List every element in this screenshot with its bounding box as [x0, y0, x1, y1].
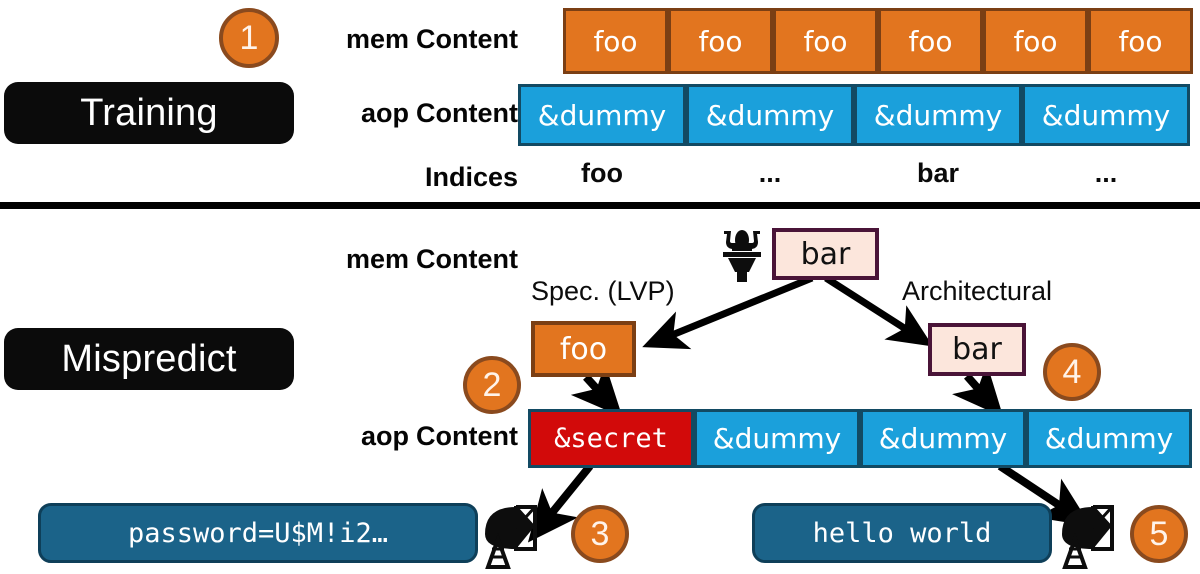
- index-label-1: ...: [758, 158, 782, 188]
- section-divider: [0, 202, 1200, 209]
- badge-3: 3: [571, 505, 629, 563]
- training-mem-cell-5: foo: [1088, 8, 1193, 74]
- arrow-arch-to-dummy: [952, 363, 1004, 418]
- caption-architectural: Architectural: [902, 276, 1053, 306]
- training-mem-cell-2: foo: [773, 8, 878, 74]
- row-label-mem-content-mispredict: mem Content: [250, 238, 518, 280]
- row-label-aop-content-mispredict: aop Content: [250, 415, 518, 457]
- speculative-value-foo: foo: [531, 321, 636, 377]
- satellite-dish-icon-secret: [478, 499, 546, 569]
- mem-label-suffix: Content: [416, 23, 518, 54]
- index-label-3: ...: [1094, 158, 1118, 188]
- caption-spec-lvp: Spec. (LVP): [531, 276, 675, 306]
- aop-label-suffix: Content: [416, 97, 518, 128]
- terminal-leaked-secret: password=U$M!i2…: [38, 503, 478, 563]
- training-aop-cell-1: &dummy: [686, 84, 854, 146]
- architectural-value-bar: bar: [928, 323, 1026, 376]
- toilet-flush-icon: [718, 228, 766, 284]
- badge-5: 5: [1130, 505, 1188, 563]
- mispredict-aop-cell-3: &dummy: [1026, 409, 1192, 468]
- index-label-2: bar: [916, 158, 960, 188]
- diagram-canvas: 1 Training mem Content aop Content Indic…: [0, 0, 1200, 574]
- training-mem-cell-1: foo: [668, 8, 773, 74]
- row-label-mem-content-training: mem Content: [250, 18, 518, 60]
- mem-label-prefix-2: mem: [345, 243, 410, 274]
- phase-label-mispredict: Mispredict: [4, 328, 294, 390]
- training-aop-cell-2: &dummy: [854, 84, 1022, 146]
- mispredict-aop-row: &secret &dummy &dummy &dummy: [528, 409, 1192, 468]
- mispredict-aop-cell-0: &secret: [528, 409, 694, 468]
- badge-2: 2: [463, 356, 521, 414]
- training-aop-cell-0: &dummy: [518, 84, 686, 146]
- satellite-dish-icon-normal: [1055, 499, 1123, 569]
- mem-label-prefix: mem: [345, 23, 410, 54]
- training-aop-cell-3: &dummy: [1022, 84, 1190, 146]
- badge-4: 4: [1043, 343, 1101, 401]
- aop-label-prefix: aop: [361, 97, 410, 128]
- index-label-0: foo: [581, 158, 623, 188]
- mispredict-aop-cell-1: &dummy: [694, 409, 860, 468]
- row-label-indices-training: Indices: [424, 161, 518, 192]
- training-mem-row: foo foo foo foo foo foo: [563, 8, 1193, 74]
- memory-value-bar-source: bar: [772, 228, 879, 280]
- row-label-aop-content-training: aop Content: [250, 92, 518, 134]
- arrow-spec-to-secret: [570, 363, 623, 418]
- mispredict-aop-cell-2: &dummy: [860, 409, 1026, 468]
- training-mem-cell-3: foo: [878, 8, 983, 74]
- aop-label-prefix-2: aop: [361, 420, 410, 451]
- training-mem-cell-4: foo: [983, 8, 1088, 74]
- training-aop-row: &dummy &dummy &dummy &dummy: [518, 84, 1190, 146]
- training-mem-cell-0: foo: [563, 8, 668, 74]
- aop-label-suffix-2: Content: [416, 420, 518, 451]
- terminal-normal-output: hello world: [752, 503, 1052, 563]
- mem-label-suffix-2: Content: [416, 243, 518, 274]
